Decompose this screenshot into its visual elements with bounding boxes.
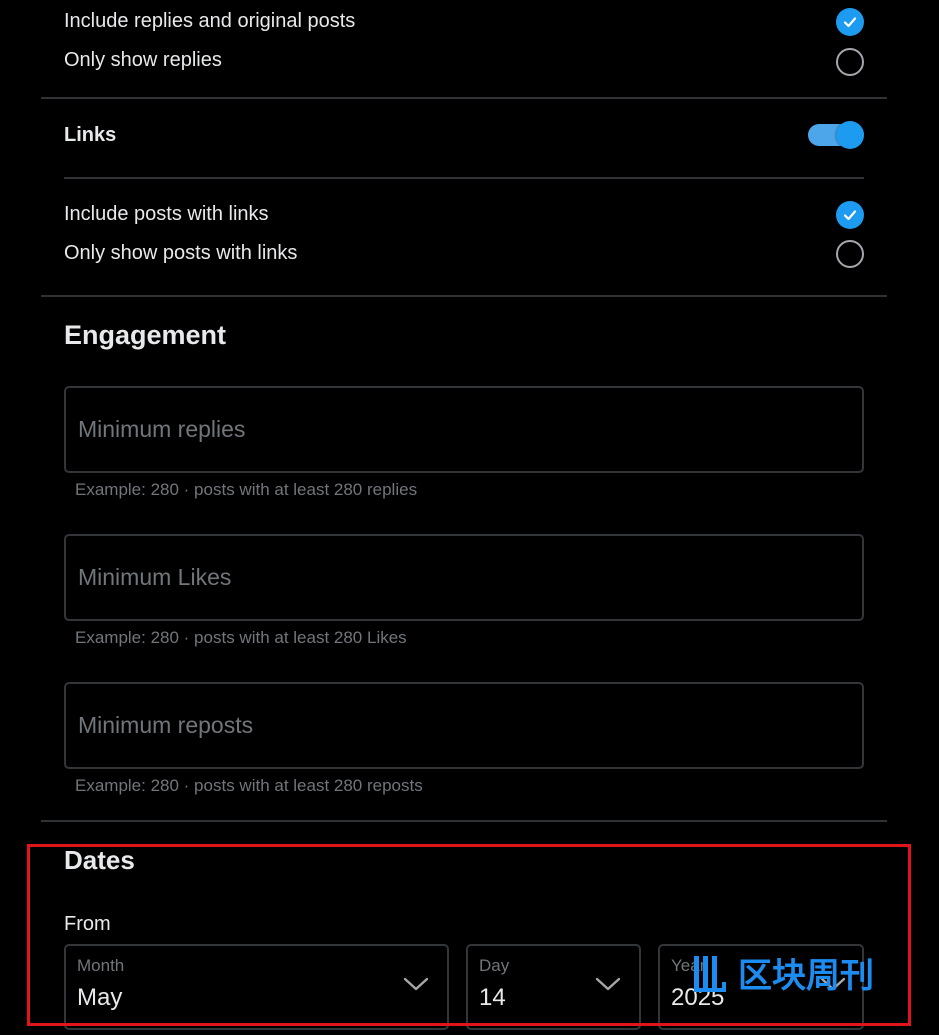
divider: [41, 97, 887, 99]
minimum-likes-field[interactable]: [64, 534, 864, 621]
include-replies-label: Include replies and original posts: [64, 10, 356, 32]
minimum-likes-hint: Example: 280 · posts with at least 280 L…: [75, 628, 407, 647]
only-replies-label: Only show replies: [64, 49, 222, 71]
minimum-reposts-hint: Example: 280 · posts with at least 280 r…: [75, 776, 423, 795]
watermark-text: 区块周刊: [738, 956, 874, 996]
minimum-reposts-field[interactable]: [64, 682, 864, 769]
only-links-radio[interactable]: [836, 240, 864, 268]
only-links-label: Only show posts with links: [64, 242, 298, 264]
minimum-replies-input[interactable]: [78, 388, 850, 471]
engagement-title: Engagement: [64, 320, 227, 350]
only-replies-radio[interactable]: [836, 48, 864, 76]
divider: [41, 295, 887, 297]
watermark: 区块周刊: [690, 948, 874, 997]
minimum-reposts-input[interactable]: [78, 684, 850, 767]
links-title: Links: [64, 124, 117, 146]
checkmark-icon: [843, 17, 857, 28]
highlight-box: [27, 844, 911, 1026]
minimum-likes-input[interactable]: [78, 536, 850, 619]
divider: [64, 177, 864, 179]
minimum-replies-field[interactable]: [64, 386, 864, 473]
watermark-logo-icon: [694, 955, 726, 992]
minimum-replies-hint: Example: 280 · posts with at least 280 r…: [75, 480, 418, 499]
checkmark-icon: [843, 210, 857, 221]
toggle-knob: [836, 121, 864, 149]
include-links-label: Include posts with links: [64, 203, 269, 225]
include-replies-checkbox[interactable]: [836, 8, 864, 36]
divider: [41, 820, 887, 822]
include-links-checkbox[interactable]: [836, 201, 864, 229]
